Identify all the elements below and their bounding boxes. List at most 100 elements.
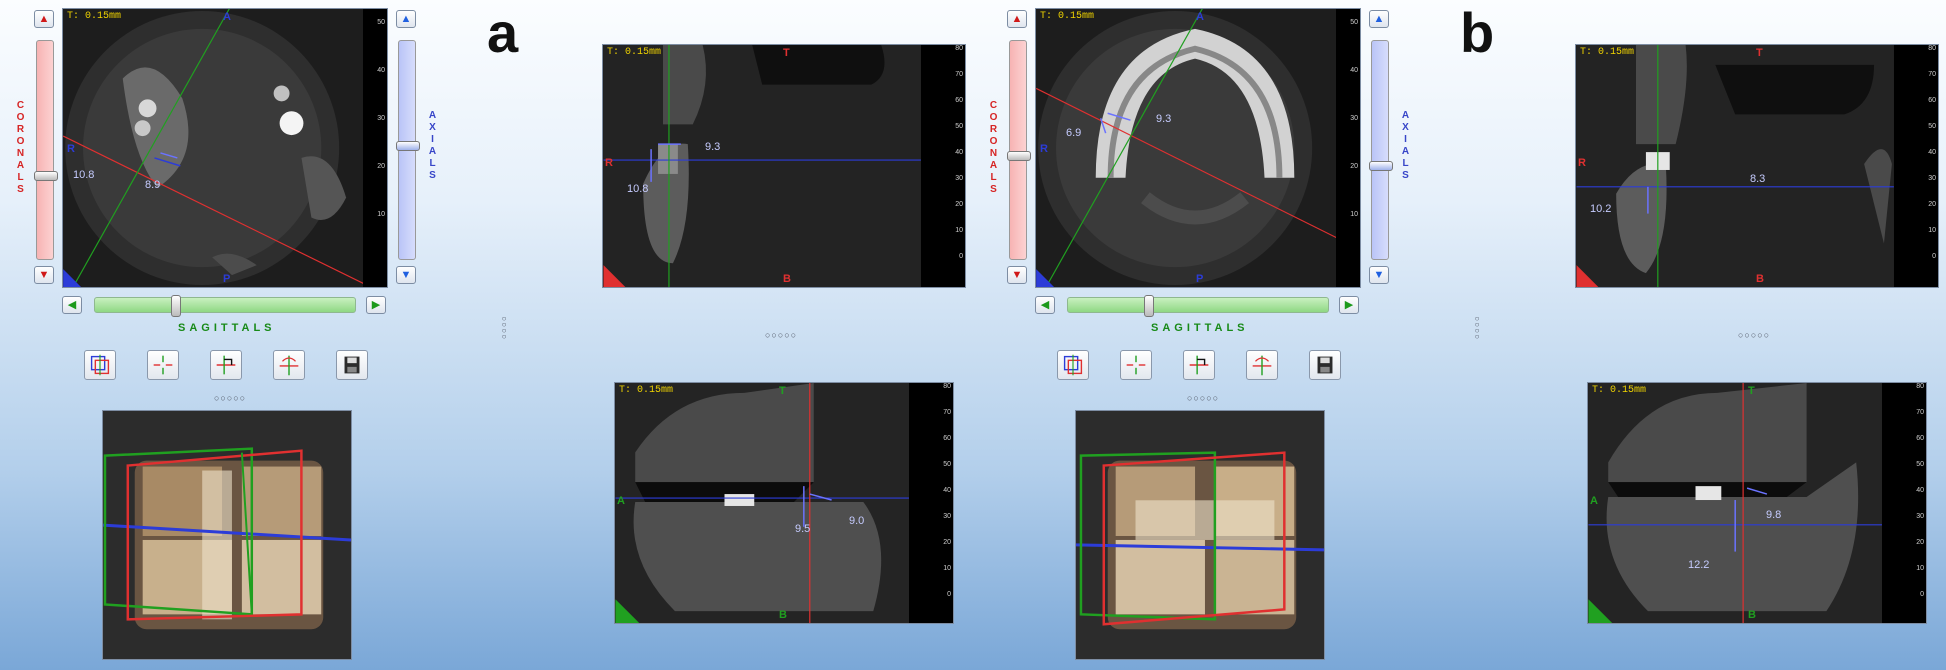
arrow-down-icon: ▼ — [1373, 268, 1385, 281]
volume-3d-image — [103, 447, 351, 630]
arrow-right-icon: ▶ — [371, 298, 381, 311]
save-button[interactable] — [336, 350, 368, 380]
sagittal-left-button[interactable]: ◀ — [62, 296, 82, 314]
axial-thickness: T: 0.15mm — [67, 11, 122, 22]
coronal-thickness: T: 0.15mm — [607, 47, 662, 58]
rotate-crosshair-button[interactable] — [1246, 350, 1278, 380]
sagittal-view[interactable]: T: 0.15mm T B A 9.5 9.0 80 70 60 50 40 3… — [614, 382, 954, 624]
crosshair-icon — [1126, 355, 1146, 375]
angle-crosshair-button[interactable] — [1183, 350, 1215, 380]
coronal-thickness: T: 0.15mm — [1580, 47, 1635, 58]
angle-crosshair-icon — [1189, 355, 1209, 375]
axial-ruler: 50 40 30 20 10 — [1336, 9, 1360, 287]
layout-dots-coronal[interactable]: ○○○○○ — [765, 330, 797, 340]
save-icon — [344, 356, 360, 374]
mpr-layout-button[interactable] — [84, 350, 116, 380]
coronal-ruler: 80 70 60 50 40 30 20 10 0 — [921, 45, 965, 287]
rotate-crosshair-icon — [279, 355, 299, 376]
angle-crosshair-button[interactable] — [210, 350, 242, 380]
axial-ruler: 50 40 30 20 10 — [363, 9, 387, 287]
coronal-measurement-2: 10.2 — [1590, 203, 1612, 215]
axial-orient-top: A — [223, 11, 231, 23]
layout-dots[interactable]: ○○○○○ — [1187, 393, 1219, 403]
sagittal-ruler: 80 70 60 50 40 30 20 10 0 — [909, 383, 953, 623]
mpr-layout-button[interactable] — [1057, 350, 1089, 380]
rotate-crosshair-button[interactable] — [273, 350, 305, 380]
sagittal-orient-left: A — [617, 495, 625, 507]
axial-scan-image — [1036, 9, 1360, 287]
sagittal-slider-knob[interactable] — [1144, 295, 1154, 317]
sagittal-slider[interactable] — [94, 295, 356, 317]
volume-3d-view[interactable] — [1075, 410, 1325, 660]
arrow-left-icon: ◀ — [1040, 298, 1050, 311]
layout-dots-coronal[interactable]: ○○○○○ — [1738, 330, 1770, 340]
sagittal-slider-label: SAGITTALS — [1151, 322, 1249, 334]
sagittal-orient-top: T — [779, 385, 786, 397]
axial-down-button[interactable]: ▼ — [1369, 266, 1389, 284]
panel-label-b: b — [1460, 1, 1495, 64]
coronal-up-button[interactable]: ▲ — [34, 10, 54, 28]
panel-splitter-a[interactable]: ○ ○ ○ ○ — [500, 315, 508, 341]
axial-slider[interactable] — [396, 40, 420, 260]
coronal-scan-image — [603, 45, 921, 287]
crosshair-button[interactable] — [1120, 350, 1152, 380]
crosshair-button[interactable] — [147, 350, 179, 380]
sagittal-left-button[interactable]: ◀ — [1035, 296, 1055, 314]
sagittal-measurement-2: 12.2 — [1688, 559, 1710, 571]
coronal-slider[interactable] — [1007, 40, 1031, 260]
axial-view[interactable]: T: 0.15mm A P R 10.8 8.9 50 40 30 20 10 — [62, 8, 388, 288]
panel-b: b ▲ CORONALS ▼ T: 0.15mm A P R 6.9 9.3 5… — [973, 0, 1946, 670]
axial-view[interactable]: T: 0.15mm A P R 6.9 9.3 50 40 30 20 10 — [1035, 8, 1361, 288]
axial-up-button[interactable]: ▲ — [396, 10, 416, 28]
axial-orient-bottom: P — [1196, 273, 1204, 285]
crosshair-icon — [153, 355, 173, 375]
rotate-crosshair-icon — [1252, 355, 1272, 376]
axial-slider-knob[interactable] — [1369, 161, 1393, 171]
axial-measurement-2: 9.3 — [1156, 113, 1172, 125]
coronal-orient-bottom: B — [783, 273, 791, 285]
axial-slider[interactable] — [1369, 40, 1393, 260]
sagittal-slider[interactable] — [1067, 295, 1329, 317]
mpr-layout-icon — [90, 354, 110, 376]
sagittal-measurement-2: 9.0 — [849, 515, 865, 527]
sagittal-measurement-1: 9.8 — [1766, 509, 1782, 521]
sagittal-thickness: T: 0.15mm — [619, 385, 674, 396]
axial-measurement-2: 8.9 — [145, 179, 161, 191]
sagittal-slider-knob[interactable] — [171, 295, 181, 317]
coronal-orient-top: T — [783, 47, 790, 59]
axial-down-button[interactable]: ▼ — [396, 266, 416, 284]
coronal-slider-label: CORONALS — [15, 100, 26, 196]
coronal-orient-bottom: B — [1756, 273, 1764, 285]
coronal-orient-top: T — [1756, 47, 1763, 59]
sagittal-right-button[interactable]: ▶ — [1339, 296, 1359, 314]
coronal-ruler: 80 70 60 50 40 30 20 10 0 — [1894, 45, 1938, 287]
arrow-left-icon: ◀ — [67, 298, 77, 311]
coronal-down-button[interactable]: ▼ — [34, 266, 54, 284]
sagittal-scan-image — [615, 383, 909, 623]
sagittal-thickness: T: 0.15mm — [1592, 385, 1647, 396]
save-button[interactable] — [1309, 350, 1341, 380]
panel-splitter-b[interactable]: ○ ○ ○ ○ — [1473, 315, 1481, 341]
coronal-view[interactable]: T: 0.15mm T B R 9.3 10.8 80 70 60 50 40 … — [602, 44, 966, 288]
volume-3d-view[interactable] — [102, 410, 352, 660]
coronal-slider-knob[interactable] — [1007, 151, 1031, 161]
axial-orient-left: R — [1040, 143, 1048, 155]
coronal-view[interactable]: T: 0.15mm T B R 8.3 10.2 80 70 60 50 40 … — [1575, 44, 1939, 288]
coronal-up-button[interactable]: ▲ — [1007, 10, 1027, 28]
axial-up-button[interactable]: ▲ — [1369, 10, 1389, 28]
coronal-slider-knob[interactable] — [34, 171, 58, 181]
arrow-up-icon: ▲ — [400, 12, 412, 25]
axial-slider-label: AXIALS — [427, 110, 438, 182]
arrow-down-icon: ▼ — [1011, 268, 1023, 281]
layout-dots[interactable]: ○○○○○ — [214, 393, 246, 403]
axial-slider-knob[interactable] — [396, 141, 420, 151]
coronal-slider[interactable] — [34, 40, 58, 260]
arrow-up-icon: ▲ — [38, 12, 50, 25]
coronal-measurement-1: 8.3 — [1750, 173, 1766, 185]
arrow-down-icon: ▼ — [38, 268, 50, 281]
sagittal-right-button[interactable]: ▶ — [366, 296, 386, 314]
panel-label-a: a — [487, 1, 519, 64]
axial-slider-label: AXIALS — [1400, 110, 1411, 182]
sagittal-view[interactable]: T: 0.15mm T B A 9.8 12.2 80 70 60 50 40 … — [1587, 382, 1927, 624]
coronal-down-button[interactable]: ▼ — [1007, 266, 1027, 284]
